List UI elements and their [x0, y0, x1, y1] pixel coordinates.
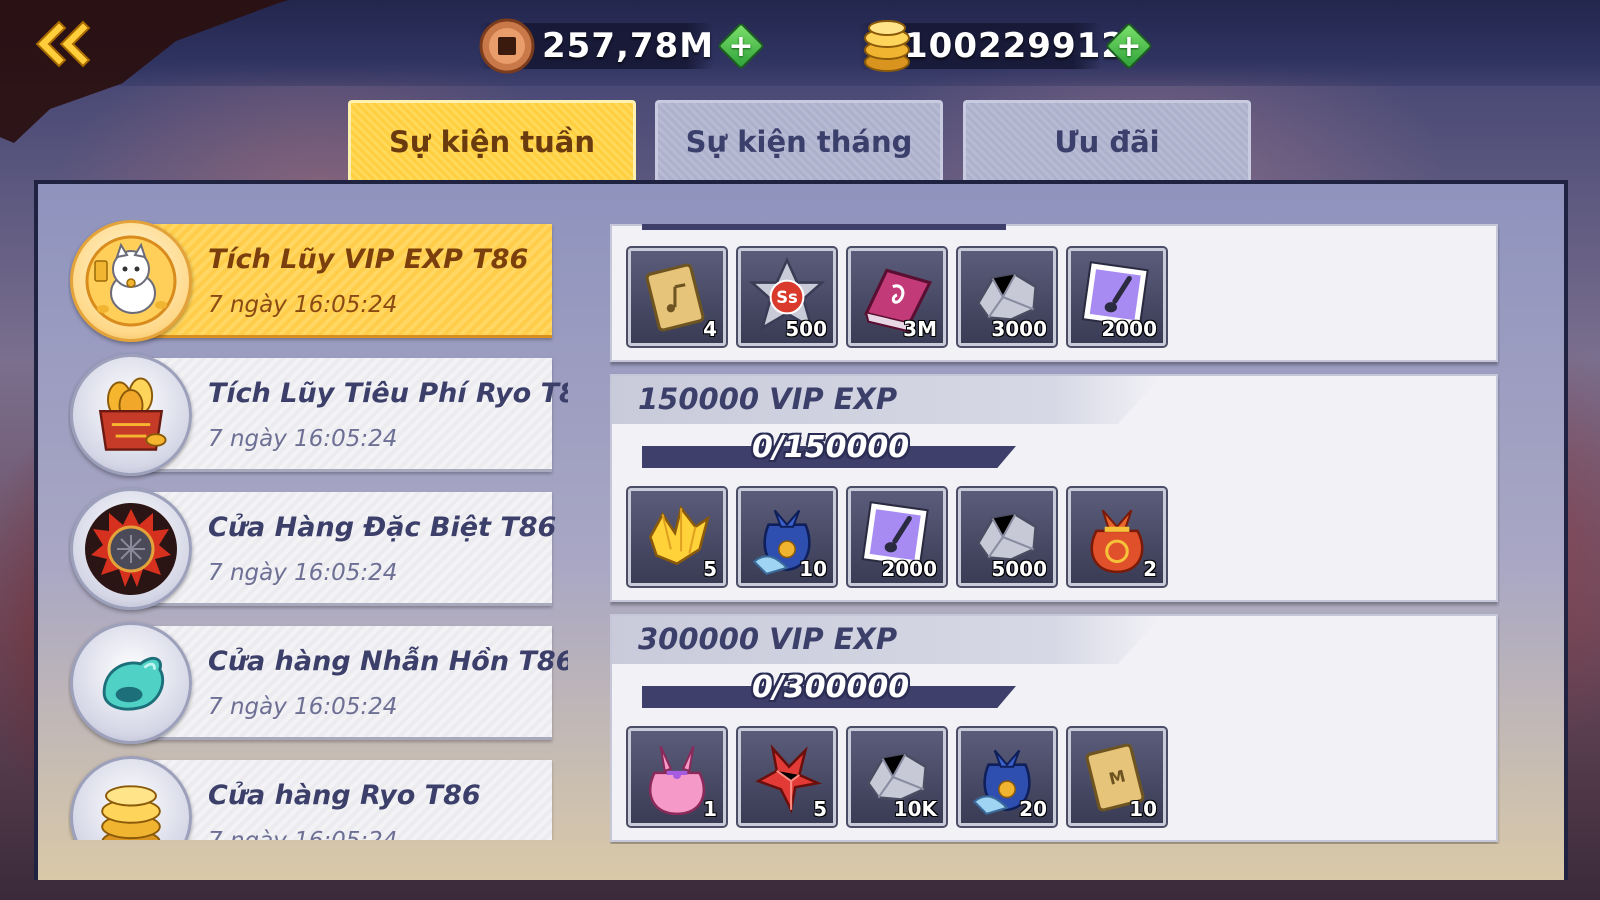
event-timer: 7 ngày 16:05:24	[208, 426, 398, 452]
tier-progress-text: 0/150000	[752, 430, 910, 465]
event-list[interactable]: Tích Lũy VIP EXP T86 7 ngày 16:05:24 Tíc…	[68, 220, 568, 840]
event-title: Tích Lũy Tiêu Phí Ryo T86	[208, 378, 568, 409]
event-timer: 7 ngày 16:05:24	[208, 560, 398, 586]
item-quantity: 5	[703, 557, 717, 581]
add-ryo-button[interactable]: +	[716, 21, 766, 71]
svg-text:Ss: Ss	[776, 288, 798, 307]
item-quantity: 5000	[991, 557, 1047, 581]
plus-icon: +	[1116, 28, 1142, 64]
reward-tier: 4 Ss 500 3M 3000 2000	[610, 224, 1498, 362]
reward-item[interactable]: 10	[736, 486, 838, 588]
event-item-ryo-spending[interactable]: Tích Lũy Tiêu Phí Ryo T86 7 ngày 16:05:2…	[68, 354, 568, 476]
gold-ingot-icon	[864, 20, 910, 72]
item-quantity: 3000	[991, 317, 1047, 341]
plus-icon: +	[728, 28, 754, 64]
back-button[interactable]	[26, 14, 96, 74]
tier-progress-text: 0/300000	[752, 670, 910, 705]
item-quantity: 2000	[1101, 317, 1157, 341]
event-item-vip-exp[interactable]: Tích Lũy VIP EXP T86 7 ngày 16:05:24	[68, 220, 562, 342]
item-quantity: 10	[799, 557, 827, 581]
reward-item[interactable]: 2000	[846, 486, 948, 588]
gold-coin-stack-icon	[70, 756, 192, 840]
item-quantity: 5	[813, 797, 827, 821]
item-quantity: 10	[1129, 797, 1157, 821]
reward-item[interactable]: 2	[1066, 486, 1168, 588]
reward-item[interactable]: 5	[626, 486, 728, 588]
event-item-ryo-shop[interactable]: Cửa hàng Ryo T86 7 ngày 16:05:24	[68, 756, 562, 840]
reward-items: 1 5 10K 20 M 10	[626, 726, 1168, 828]
reward-item[interactable]: 5000	[956, 486, 1058, 588]
reward-item[interactable]: Ss 500	[736, 246, 838, 348]
event-item-soul-ring-shop[interactable]: Cửa hàng Nhẫn Hồn T86 7 ngày 16:05:24	[68, 622, 568, 744]
event-title: Tích Lũy VIP EXP T86	[208, 244, 529, 275]
reward-items: 4 Ss 500 3M 3000 2000	[626, 246, 1168, 348]
item-quantity: 1	[703, 797, 717, 821]
add-gold-button[interactable]: +	[1104, 21, 1154, 71]
item-quantity: 10K	[893, 797, 937, 821]
reward-item[interactable]: 1	[626, 726, 728, 828]
reward-item[interactable]: 10K	[846, 726, 948, 828]
tab-offers[interactable]: Ưu đãi	[963, 100, 1251, 180]
item-quantity: 20	[1019, 797, 1047, 821]
reward-item[interactable]: 20	[956, 726, 1058, 828]
reward-item[interactable]: 3000	[956, 246, 1058, 348]
reward-item[interactable]: 2000	[1066, 246, 1168, 348]
item-quantity: 2	[1143, 557, 1157, 581]
reward-items: 5 10 2000 5000 2	[626, 486, 1168, 588]
reward-item[interactable]: 5	[736, 726, 838, 828]
reward-item[interactable]: 4	[626, 246, 728, 348]
reward-tier: 150000 VIP EXP 0/150000 5 10 2000 5000 2	[610, 374, 1498, 602]
event-title: Cửa Hàng Đặc Biệt T86	[208, 512, 557, 543]
event-item-special-shop[interactable]: Cửa Hàng Đặc Biệt T86 7 ngày 16:05:24	[68, 488, 562, 610]
event-title: Cửa hàng Nhẫn Hồn T86	[208, 646, 568, 677]
tier-title: 300000 VIP EXP	[638, 622, 898, 656]
item-quantity: 3M	[903, 317, 937, 341]
event-title: Cửa hàng Ryo T86	[208, 780, 481, 811]
tier-title: 150000 VIP EXP	[638, 382, 898, 416]
currency-gold: 100229912 +	[858, 20, 1154, 72]
reward-tier: 300000 VIP EXP 0/300000 1 5 10K 20 M 10	[610, 614, 1498, 842]
tab-weekly-events[interactable]: Sự kiện tuần	[348, 100, 636, 180]
item-quantity: 500	[785, 317, 827, 341]
gold-basket-icon	[70, 354, 192, 476]
fire-shop-icon	[70, 488, 192, 610]
currency-ryo: 257,78M +	[478, 18, 766, 74]
reward-item[interactable]: 3M	[846, 246, 948, 348]
lucky-cat-icon	[70, 220, 192, 342]
event-timer: 7 ngày 16:05:24	[208, 694, 398, 720]
tier-progress-bar	[642, 224, 1006, 230]
copper-coin-icon	[479, 18, 535, 74]
double-chevron-left-icon	[35, 20, 91, 68]
item-quantity: 4	[703, 317, 717, 341]
reward-list[interactable]: 4 Ss 500 3M 3000 2000 150000 VIP EXP 0/1…	[610, 224, 1500, 844]
item-quantity: 2000	[881, 557, 937, 581]
event-timer: 7 ngày 16:05:24	[208, 292, 398, 318]
tab-monthly-events[interactable]: Sự kiện tháng	[655, 100, 943, 180]
soul-ring-icon	[70, 622, 192, 744]
event-timer: 7 ngày 16:05:24	[208, 828, 397, 840]
reward-item[interactable]: M 10	[1066, 726, 1168, 828]
